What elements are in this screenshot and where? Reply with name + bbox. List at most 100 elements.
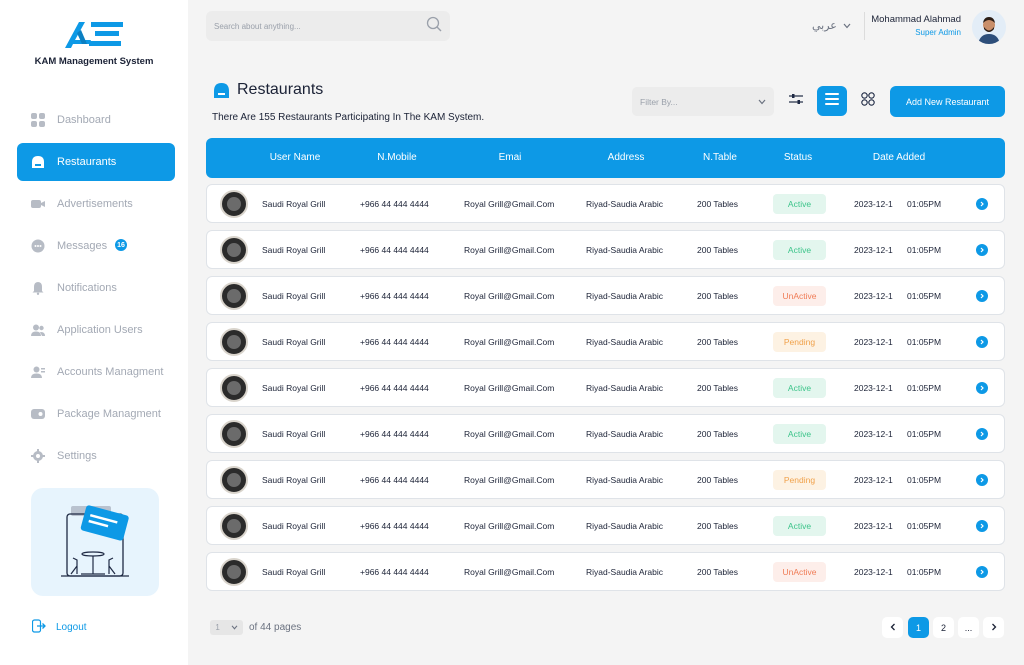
table-row[interactable]: Saudi Royal Grill +966 44 444 4444 Royal…: [206, 460, 1005, 499]
chevron-right-icon[interactable]: [976, 474, 988, 486]
chevron-right-icon[interactable]: [976, 244, 988, 256]
restaurant-name: Saudi Royal Grill: [262, 429, 326, 439]
restaurant-mobile: +966 44 444 4444: [360, 199, 429, 209]
sidebar-item-label: Dashboard: [57, 114, 111, 126]
chevron-left-icon: [890, 623, 896, 633]
table-row[interactable]: Saudi Royal Grill +966 44 444 4444 Royal…: [206, 552, 1005, 591]
sidebar-item-label: Accounts Managment: [57, 366, 164, 378]
restaurant-tables: 200 Tables: [697, 383, 738, 393]
restaurant-address: Riyad-Saudia Arabic: [586, 475, 664, 485]
avatar[interactable]: [972, 10, 1006, 44]
sliders-icon: [789, 92, 803, 110]
status-badge: Active: [773, 424, 826, 444]
chevron-right-icon[interactable]: [976, 382, 988, 394]
filter-settings-button[interactable]: [781, 86, 811, 116]
sidebar-item-messages[interactable]: Messages 16: [17, 227, 175, 265]
page-count-label: of 44 pages: [249, 622, 302, 633]
restaurant-icon: [213, 82, 230, 99]
restaurant-email: Royal Grill@Gmail.Com: [464, 337, 555, 347]
column-header-mobile: N.Mobile: [377, 152, 417, 163]
date-added: 2023-12-1: [854, 475, 893, 485]
list-view-button[interactable]: [817, 86, 847, 116]
user-role: Super Admin: [915, 28, 961, 37]
sidebar-item-notifications[interactable]: Notifications: [17, 269, 175, 307]
page-button-2[interactable]: 2: [933, 617, 954, 638]
chevron-right-icon: [991, 623, 997, 633]
language-switcher[interactable]: عربي: [812, 19, 851, 32]
chevron-right-icon[interactable]: [976, 336, 988, 348]
sidebar-item-dashboard[interactable]: Dashboard: [17, 101, 175, 139]
date-added: 2023-12-1: [854, 337, 893, 347]
status-badge: UnActive: [773, 562, 826, 582]
table-row[interactable]: Saudi Royal Grill +966 44 444 4444 Royal…: [206, 368, 1005, 407]
search-icon[interactable]: [426, 16, 442, 37]
search-input[interactable]: [214, 21, 426, 31]
table-row[interactable]: Saudi Royal Grill +966 44 444 4444 Royal…: [206, 276, 1005, 315]
restaurant-name: Saudi Royal Grill: [262, 337, 326, 347]
sidebar-item-restaurants[interactable]: Restaurants: [17, 143, 175, 181]
chevron-right-icon[interactable]: [976, 428, 988, 440]
chevron-down-icon: [231, 623, 238, 632]
gear-icon: [31, 449, 45, 463]
table-row[interactable]: Saudi Royal Grill +966 44 444 4444 Royal…: [206, 414, 1005, 453]
restaurant-avatar: [220, 190, 248, 218]
app-logo: KAM Management System: [0, 18, 188, 67]
search-bar[interactable]: [206, 11, 450, 41]
filter-placeholder: Filter By...: [640, 96, 678, 107]
date-added: 2023-12-1: [854, 521, 893, 531]
table-row[interactable]: Saudi Royal Grill +966 44 444 4444 Royal…: [206, 322, 1005, 361]
chevron-right-icon[interactable]: [976, 520, 988, 532]
next-page-button[interactable]: [983, 617, 1004, 638]
page-select-value: 1: [215, 623, 220, 632]
grid-view-button[interactable]: [853, 86, 883, 116]
restaurant-address: Riyad-Saudia Arabic: [586, 291, 664, 301]
page-select[interactable]: 1: [210, 620, 243, 635]
table-row[interactable]: Saudi Royal Grill +966 44 444 4444 Royal…: [206, 230, 1005, 269]
restaurant-email: Royal Grill@Gmail.Com: [464, 199, 555, 209]
accounts-icon: [31, 365, 45, 379]
chevron-right-icon[interactable]: [976, 198, 988, 210]
time-added: 01:05PM: [907, 337, 942, 347]
table-row[interactable]: Saudi Royal Grill +966 44 444 4444 Royal…: [206, 506, 1005, 545]
table-row[interactable]: Saudi Royal Grill +966 44 444 4444 Royal…: [206, 184, 1005, 223]
restaurant-mobile: +966 44 444 4444: [360, 567, 429, 577]
add-restaurant-button[interactable]: Add New Restaurant: [890, 86, 1005, 117]
sidebar-item-settings[interactable]: Settings: [17, 437, 175, 475]
sidebar-item-label: Application Users: [57, 324, 143, 336]
page-ellipsis[interactable]: ...: [958, 617, 979, 638]
sidebar-item-label: Advertisements: [57, 198, 133, 210]
sidebar-item-label: Settings: [57, 450, 97, 462]
date-added: 2023-12-1: [854, 567, 893, 577]
sidebar-item-application-users[interactable]: Application Users: [17, 311, 175, 349]
column-header-address: Address: [607, 152, 645, 163]
restaurant-avatar: [220, 466, 248, 494]
restaurant-mobile: +966 44 444 4444: [360, 429, 429, 439]
status-badge: Active: [773, 378, 826, 398]
chevron-right-icon[interactable]: [976, 290, 988, 302]
time-added: 01:05PM: [907, 521, 942, 531]
page-button-1[interactable]: 1: [908, 617, 929, 638]
restaurant-avatar: [220, 328, 248, 356]
sidebar-item-advertisements[interactable]: Advertisements: [17, 185, 175, 223]
restaurant-address: Riyad-Saudia Arabic: [586, 245, 664, 255]
restaurant-email: Royal Grill@Gmail.Com: [464, 429, 555, 439]
page-title: Restaurants: [237, 81, 324, 98]
sidebar: KAM Management System Dashboard Restaura…: [0, 0, 188, 665]
list-icon: [825, 92, 839, 110]
status-badge: Pending: [773, 470, 826, 490]
dashboard-icon: [31, 113, 45, 127]
logout-button[interactable]: Logout: [31, 619, 87, 636]
sidebar-item-accounts-managment[interactable]: Accounts Managment: [17, 353, 175, 391]
restaurant-name: Saudi Royal Grill: [262, 567, 326, 577]
package-icon: [31, 407, 45, 421]
prev-page-button[interactable]: [882, 617, 903, 638]
filter-dropdown[interactable]: Filter By...: [632, 87, 774, 116]
restaurant-mobile: +966 44 444 4444: [360, 291, 429, 301]
sidebar-item-package-managment[interactable]: Package Managment: [17, 395, 175, 433]
chevron-right-icon[interactable]: [976, 566, 988, 578]
bell-icon: [31, 281, 45, 295]
chevron-down-icon: [843, 20, 851, 32]
status-badge: Active: [773, 240, 826, 260]
restaurant-address: Riyad-Saudia Arabic: [586, 199, 664, 209]
date-added: 2023-12-1: [854, 291, 893, 301]
